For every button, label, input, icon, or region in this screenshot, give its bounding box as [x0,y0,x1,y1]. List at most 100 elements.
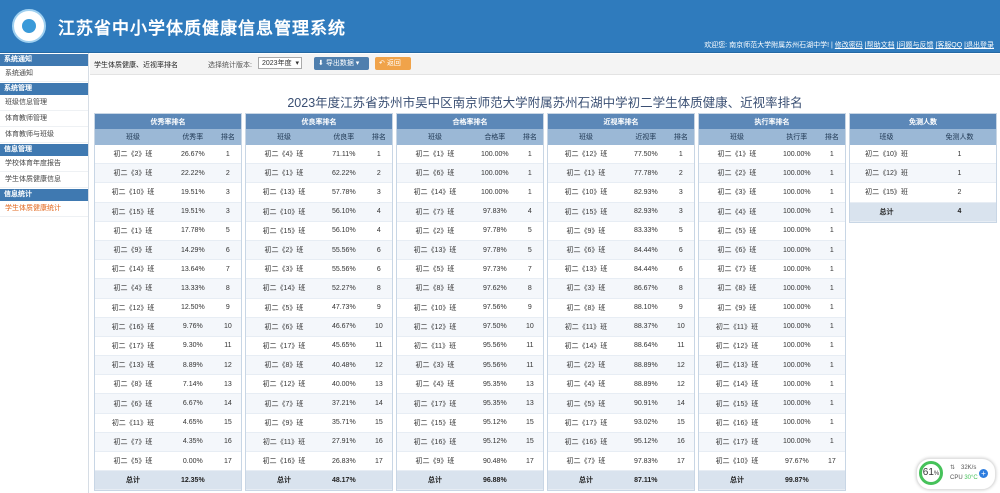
table-cell: 11 [667,336,694,357]
help-link[interactable]: |帮助文档 [865,42,895,49]
table-row: 初二《7》班 4.35% 16 [95,432,241,453]
table-row: 初二《12》班 100.00% 1 [699,336,845,357]
table-row: 初二《7》班 97.83% 17 [548,451,694,472]
table-cell: 初二《9》班 [95,240,171,261]
table-cell: 100.00% [774,355,819,376]
table-cell: 15 [214,413,241,433]
column-header[interactable]: 班级 [397,129,473,145]
table-cell: 6 [365,259,392,280]
cpu-widget[interactable]: 61% ⇅ 32K/s CPU 30°C + [916,458,996,490]
app-title: 江苏省中小学体质健康信息管理系统 [58,19,346,38]
logout-link[interactable]: |退出登录 [964,42,994,49]
column-header[interactable]: 近视率 [623,129,668,145]
table-cell: 2 [365,163,392,184]
table-cell: 95.35% [472,374,517,395]
column-header[interactable]: 班级 [699,129,775,145]
table-cell: 初二《6》班 [246,317,322,337]
table-cell: 8 [214,278,241,299]
table-cell: 2 [667,163,694,184]
panel-caption: 免测人数 [850,114,996,129]
feedback-link[interactable]: |问题与反馈 [897,42,934,49]
table-cell: 初二《5》班 [699,221,775,241]
sidebar-section-notice[interactable]: 系统通知 [0,54,88,66]
table-cell: 57.78% [321,182,366,203]
table-cell: 4 [365,221,392,241]
table-cell: 100.00% [774,393,819,414]
plus-icon[interactable]: + [979,469,988,478]
table-row: 初二《11》班 4.65% 15 [95,413,241,433]
table-cell: 初二《9》班 [246,413,322,433]
column-header[interactable]: 排名 [667,129,694,145]
table-row: 初二《5》班 90.91% 14 [548,393,694,414]
table-cell: 1 [818,393,845,414]
back-button[interactable]: ↶ 返回 [375,57,411,70]
table-row: 初二《11》班 95.56% 11 [397,336,543,357]
sidebar-item-classes[interactable]: 班级信息管理 [0,95,88,111]
sidebar-section-stats[interactable]: 信息统计 [0,189,88,201]
panel-caption: 优秀率排名 [95,114,241,129]
table-cell: 10 [667,317,694,337]
table-cell: 10 [516,317,543,337]
change-password-link[interactable]: 修改密码 [835,42,863,49]
sidebar-section-system[interactable]: 系统管理 [0,83,88,95]
table-row: 初二《1》班 100.00% 1 [397,145,543,165]
total-cell: 96.88% [472,470,517,491]
column-header[interactable]: 班级 [246,129,322,145]
export-button[interactable]: ⬇ 导出数据 ▾ [314,57,369,70]
user-bar: 欢迎您: 南京师范大学附属苏州石湖中学! | 修改密码 |帮助文档 |问题与反馈 |客服… [702,40,994,50]
table-row: 初二《12》班 97.50% 10 [397,317,543,337]
table-row: 初二《5》班 47.73% 9 [246,298,392,318]
table-cell: 100.00% [472,145,517,165]
column-header[interactable]: 优秀率 [170,129,215,145]
table-cell: 初二《2》班 [397,221,473,241]
table-cell: 1 [818,298,845,318]
version-select[interactable]: 2023年度 [258,57,302,70]
table-cell: 初二《1》班 [699,145,775,165]
ranking-panel: 优秀率排名 班级 优秀率 排名 初二《2》班 26.67% 1 初二《3》班 22.22% 2 初二… [94,113,242,492]
column-header[interactable]: 合格率 [472,129,517,145]
table-row: 初二《15》班 2 [850,182,996,203]
table-cell: 初二《2》班 [246,240,322,261]
column-header[interactable]: 执行率 [774,129,819,145]
column-header[interactable]: 排名 [516,129,543,145]
sidebar-item-annual-report[interactable]: 学校体育年度报告 [0,156,88,172]
table-cell: 16 [667,432,694,453]
table-row: 初二《13》班 57.78% 3 [246,182,392,203]
sidebar-section-info[interactable]: 信息管理 [0,144,88,156]
table-cell: 19.51% [170,182,215,203]
sidebar-item-teacher-class[interactable]: 体育教师与班级 [0,127,88,143]
table-cell: 95.35% [472,393,517,414]
table-cell: 13 [214,374,241,395]
sidebar-item-health-info[interactable]: 学生体质健康信息 [0,172,88,188]
table-cell: 1 [667,145,694,165]
column-header[interactable]: 免测人数 [923,129,996,145]
table-cell: 17 [365,451,392,472]
table-cell: 8.89% [170,355,215,376]
table-cell: 1 [818,202,845,222]
column-header[interactable]: 班级 [95,129,171,145]
sidebar-item-teachers[interactable]: 体育教师管理 [0,111,88,127]
table-row: 初二《12》班 1 [850,163,996,184]
table-row: 初二《17》班 45.65% 11 [246,336,392,357]
table-cell: 37.21% [321,393,366,414]
column-header[interactable]: 排名 [365,129,392,145]
table-cell: 9.76% [170,317,215,337]
table-cell: 初二《17》班 [95,336,171,357]
table-cell: 12 [365,355,392,376]
sidebar-item-health-stats[interactable]: 学生体质健康统计 [0,201,88,217]
table-cell: 26.83% [321,451,366,472]
sidebar-item-notice[interactable]: 系统通知 [0,66,88,82]
table-cell: 初二《2》班 [548,355,624,376]
qq-link[interactable]: |客服QQ [935,42,962,49]
column-header[interactable]: 班级 [548,129,624,145]
table-cell: 27.91% [321,432,366,453]
table-cell: 初二《4》班 [397,374,473,395]
column-header[interactable]: 排名 [214,129,241,145]
table-cell: 97.62% [472,278,517,299]
table-cell: 11 [516,336,543,357]
table-cell: 88.89% [623,355,668,376]
total-cell: 总计 [548,470,624,491]
column-header[interactable]: 排名 [818,129,845,145]
column-header[interactable]: 班级 [850,129,923,145]
column-header[interactable]: 优良率 [321,129,366,145]
